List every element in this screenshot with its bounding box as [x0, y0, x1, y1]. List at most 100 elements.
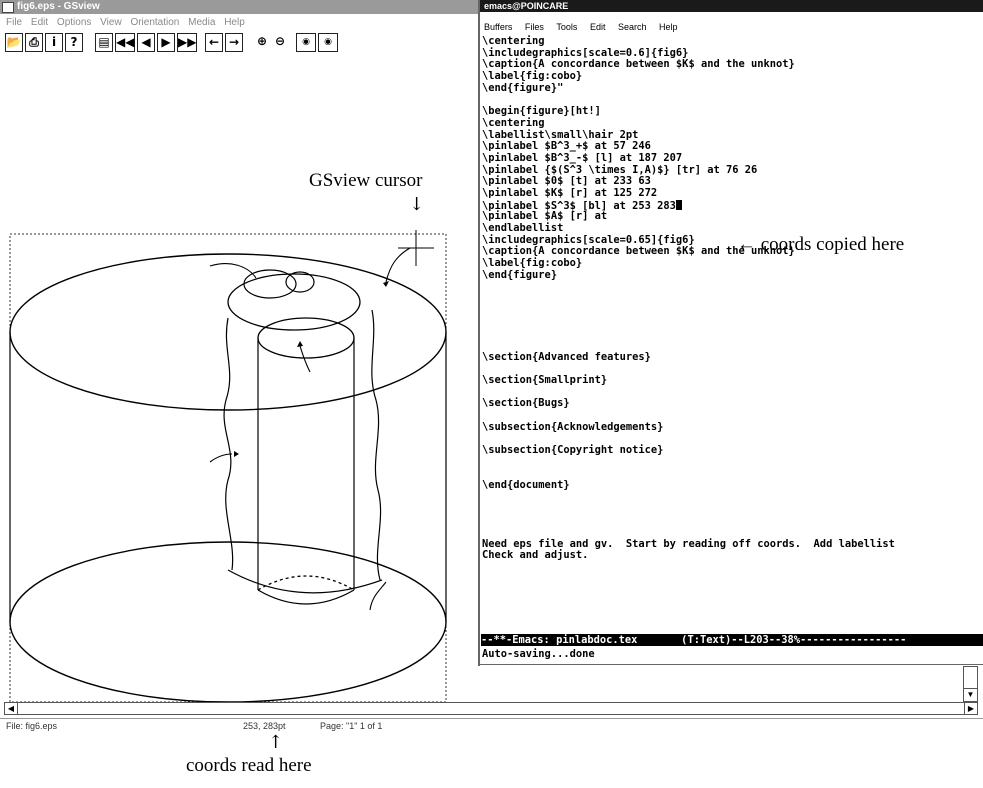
emacs-menu-bar: Buffers Files Tools Edit Search Help: [480, 20, 983, 34]
buffer-line[interactable]: Check and adjust.: [482, 550, 982, 562]
next-page-icon[interactable]: ▶: [157, 33, 175, 52]
gsview-menu-bar: File Edit Options View Orientation Media…: [0, 15, 478, 31]
first-page-icon[interactable]: ◀◀: [115, 33, 135, 52]
buffer-line[interactable]: \centering: [482, 117, 982, 130]
knot-surface-bottom: [227, 569, 383, 594]
menu-file[interactable]: File: [6, 17, 22, 28]
text-cursor: [675, 199, 682, 210]
buffer-line[interactable]: \end{figure}: [482, 269, 982, 282]
zoom-in-icon[interactable]: ⊕: [253, 33, 271, 52]
emacs-mode-line: --**-Emacs: pinlabdoc.tex (T:Text)--L203…: [481, 634, 983, 646]
zoom-out-icon[interactable]: ⊖: [271, 33, 289, 52]
knot-loop-left: [243, 269, 297, 299]
last-page-icon[interactable]: ▶▶: [177, 33, 197, 52]
emacs-title: emacs@POINCARE: [484, 1, 569, 11]
gsview-title-bar: fig6.eps - GSview: [0, 0, 478, 14]
buffer-line[interactable]: \begin{figure}[ht!]: [482, 105, 982, 118]
read-annotation: coords read here: [186, 755, 312, 776]
pointer-b3-plus: [299, 345, 311, 373]
buffer-line[interactable]: [482, 293, 982, 305]
buffer-line[interactable]: [482, 515, 982, 527]
buffer-line[interactable]: \subsection{Copyright notice}: [482, 444, 982, 457]
back-arrow-icon[interactable]: ←: [205, 33, 223, 52]
help-icon[interactable]: ?: [65, 33, 83, 52]
forward-arrow-icon[interactable]: →: [225, 33, 243, 52]
buffer-line[interactable]: \label{fig:cobo}: [482, 257, 982, 270]
gsview-status-bar: File: fig6.eps 253, 283pt Page: "1" 1 of…: [0, 718, 983, 735]
pointer-a-head: [234, 451, 239, 457]
gsview-document-view[interactable]: [0, 70, 478, 703]
menu-edit[interactable]: Edit: [31, 17, 48, 28]
menu-tools[interactable]: Tools: [556, 22, 577, 32]
buffer-line[interactable]: \pinlabel $K$ [r] at 125 272: [482, 187, 982, 200]
menu-files[interactable]: Files: [525, 22, 544, 32]
buffer-line[interactable]: [482, 410, 982, 422]
horizontal-scrollbar[interactable]: ◀ ▶: [4, 702, 978, 715]
open-file-icon[interactable]: 📂: [5, 33, 23, 52]
buffer-line[interactable]: [482, 281, 982, 293]
inner-tube-top: [257, 317, 355, 359]
emacs-buffer[interactable]: \centering \includegraphics[scale=0.6]{fi…: [482, 35, 982, 562]
read-annotation-arrow: ↑: [268, 732, 284, 753]
buffer-line[interactable]: [482, 504, 982, 516]
buffer-line[interactable]: [482, 527, 982, 539]
bottom-disk: [9, 541, 447, 703]
text-extract-icon[interactable]: ◉: [296, 33, 316, 52]
menu-help[interactable]: Help: [224, 17, 245, 28]
emacs-minibuffer[interactable]: Auto-saving...done: [482, 648, 982, 660]
pointer-a: [209, 453, 233, 463]
menu-options[interactable]: Options: [57, 17, 91, 28]
scroll-left-icon[interactable]: ◀: [5, 703, 18, 714]
buffer-line[interactable]: \pinlabel $B^3_-$ [l] at 187 207: [482, 152, 982, 165]
scroll-down-icon[interactable]: ▼: [964, 688, 977, 701]
buffer-line[interactable]: \section{Bugs}: [482, 398, 982, 410]
emacs-bottom-edge: [478, 664, 983, 665]
previous-page-icon[interactable]: ◀: [137, 33, 155, 52]
knot-outer-loop: [227, 273, 361, 331]
scroll-right-icon[interactable]: ▶: [964, 703, 977, 714]
cursor-annotation: GSview cursor: [309, 170, 423, 191]
print-icon[interactable]: ⎙: [25, 33, 43, 52]
buffer-line[interactable]: \end{document}: [482, 479, 982, 492]
knot-surface-left: [223, 317, 234, 571]
copied-annotation: ← coords copied here: [737, 234, 905, 255]
buffer-line[interactable]: \end{figure}": [482, 82, 982, 95]
buffer-line[interactable]: [482, 340, 982, 352]
menu-view[interactable]: View: [100, 17, 122, 28]
menu-edit[interactable]: Edit: [590, 22, 606, 32]
pointer-zero: [369, 581, 387, 611]
buffer-line[interactable]: [482, 317, 982, 329]
gsview-app-icon: [2, 2, 14, 13]
buffer-line[interactable]: \centering: [482, 35, 982, 48]
buffer-line[interactable]: \label{fig:cobo}: [482, 70, 982, 83]
gsview-toolbar: 📂 ⎙ i ? ▤ ◀◀ ◀ ▶ ▶▶ ← → ⊕ ⊖ ◉ ◉: [0, 33, 478, 69]
pointer-s3: [385, 247, 411, 283]
buffer-line[interactable]: \section{Advanced features}: [482, 351, 982, 364]
buffer-line[interactable]: \section{Smallprint}: [482, 374, 982, 387]
menu-media[interactable]: Media: [188, 17, 215, 28]
status-page: Page: "1" 1 of 1: [320, 721, 383, 731]
top-disk: [9, 253, 447, 411]
menu-help[interactable]: Help: [659, 22, 678, 32]
status-file: File: fig6.eps: [6, 721, 58, 731]
buffer-line[interactable]: \endlabellist: [482, 222, 982, 235]
buffer-line[interactable]: \subsection{Acknowledgements}: [482, 421, 982, 434]
cursor-annotation-arrow: ↓: [409, 194, 425, 215]
figure-drawing: [9, 230, 447, 703]
info-icon[interactable]: i: [45, 33, 63, 52]
find-text-icon[interactable]: ◉: [318, 33, 338, 52]
gsview-title: fig6.eps - GSview: [17, 1, 100, 12]
menu-orientation[interactable]: Orientation: [130, 17, 179, 28]
page-select-icon[interactable]: ▤: [95, 33, 113, 52]
buffer-line[interactable]: [482, 492, 982, 504]
window-divider: [478, 0, 480, 666]
emacs-title-bar: emacs@POINCARE: [480, 0, 983, 12]
menu-search[interactable]: Search: [618, 22, 647, 32]
buffer-line[interactable]: [482, 328, 982, 340]
menu-buffers[interactable]: Buffers: [484, 22, 512, 32]
buffer-line[interactable]: [482, 305, 982, 317]
knot-surface-right: [371, 309, 382, 581]
knot-loop-right: [285, 271, 315, 293]
buffer-line[interactable]: [482, 457, 982, 469]
vertical-scrollbar[interactable]: ▼: [963, 666, 978, 702]
